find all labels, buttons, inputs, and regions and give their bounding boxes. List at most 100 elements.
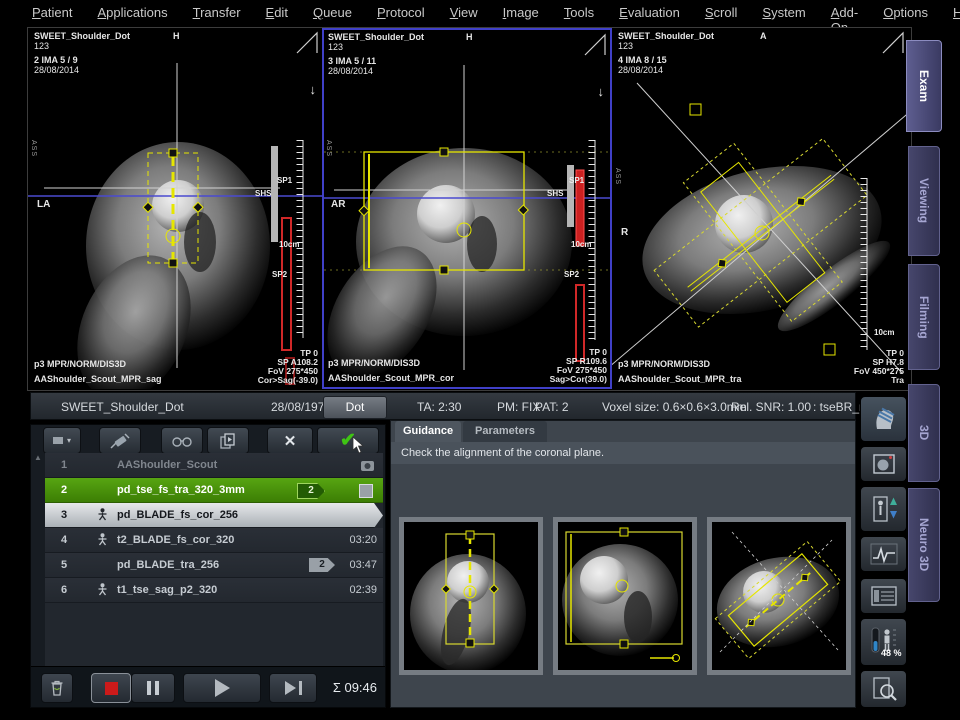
viewport-transversal[interactable]: SWEET_Shoulder_Dot 123 4 IMA 8 / 15 28/0… [612,28,908,389]
edge-label: ASS [614,168,621,185]
stop-icon [105,682,118,695]
menu-addon[interactable]: Add-On [831,5,858,25]
scroll-up-icon[interactable]: ▲ [34,453,42,462]
confirm-button[interactable]: ✔ [317,427,379,454]
tab-exam[interactable]: Exam [906,40,942,132]
queue-row-4[interactable]: 4 t2_BLADE_fs_cor_320 03:20 [45,528,383,553]
sequence-duration: 02:39 [349,578,377,602]
series-name-overlay: AAShoulder_Scout_MPR_sag [34,374,162,384]
acquisition-time: TA: 2:30 [417,400,461,414]
menu-evaluation[interactable]: Evaluation [619,5,680,25]
measurement-queue-list: 1 AAShoulder_Scout 2 pd_tse_fs_tra_320_3… [45,453,383,669]
patient-id-overlay: 123 [328,42,343,52]
relative-snr: Rel. SNR: 1.00 [731,400,811,414]
menu-system[interactable]: System [762,5,805,25]
contrast-injection-button[interactable] [99,427,141,454]
skip-button[interactable] [269,673,317,703]
exposure-card-button[interactable] [860,578,907,614]
menu-help[interactable]: Help [953,5,960,25]
tech-info-overlay: p3 MPR/NORM/DIS3D [328,358,420,368]
stop-button[interactable] [91,673,131,703]
menu-image[interactable]: Image [503,5,539,25]
menu-tools[interactable]: Tools [564,5,594,25]
queue-row-5[interactable]: 5 pd_BLADE_tra_256 2 03:47 [45,553,383,578]
pm-mode: PM: FIX [497,400,540,414]
dot-engine-button[interactable]: Dot [323,396,387,419]
view-protocol-button[interactable] [161,427,203,454]
menu-patient[interactable]: Patient [32,5,72,25]
measurement-count-badge: 2 [297,483,325,499]
row-number: 4 [61,528,79,552]
pause-marker-icon[interactable] [359,484,373,498]
protocol-card-icon [870,585,898,607]
image-number-overlay: 3 IMA 5 / 11 [328,56,376,66]
tab-filming[interactable]: Filming [908,264,940,370]
coil-selection-button[interactable] [860,396,907,442]
close-icon: ✕ [284,432,297,450]
play-button[interactable] [183,673,261,703]
mri-image-coronal [324,30,610,387]
queue-row-6[interactable]: 6 t1_tse_sag_p2_320 02:39 [45,578,383,603]
sequence-type: : tseBR_rr [813,400,867,414]
viewport-sagittal[interactable]: ↓ SWEET_Shoulder_Dot 123 2 IMA 5 / 9 28/… [28,28,322,389]
physio-display-button[interactable] [860,536,907,572]
waveform-icon [870,542,898,566]
guidance-thumb-transversal[interactable] [707,517,851,675]
corner-fold-icon[interactable] [295,31,319,55]
skip-bar-icon [299,681,302,695]
sar-monitor-button[interactable] [860,618,907,666]
image-display-button[interactable] [860,446,907,482]
cancel-button[interactable]: ✕ [267,427,313,454]
tab-viewing[interactable]: Viewing [908,146,940,256]
queue-split-button[interactable]: ▾ [43,427,81,454]
pause-button[interactable] [131,673,175,703]
sp1-label: SP1 [277,176,292,185]
viewport-coronal-selected[interactable]: ↓ SWEET_Shoulder_Dot 123 3 IMA 5 / 11 28… [322,28,612,389]
measurement-count-badge: 2 [309,558,335,572]
tab-guidance[interactable]: Guidance [395,421,461,442]
trash-icon [49,679,65,697]
tab-neuro-3d[interactable]: Neuro 3D [908,488,940,602]
queue-row-2-running[interactable]: 2 pd_tse_fs_tra_320_3mm 2 [45,478,383,503]
menu-applications[interactable]: Applications [97,5,167,25]
guidance-thumb-coronal[interactable] [399,517,543,675]
delete-button[interactable] [41,673,73,703]
inline-display-button[interactable] [860,670,907,708]
menu-protocol[interactable]: Protocol [377,5,425,25]
sequence-duration: 03:47 [349,553,377,577]
orientation-info: Sag>Cor(39.0) [550,375,607,384]
shs-label: SHS [255,189,271,198]
sequence-name: t1_tse_sag_p2_320 [117,578,217,602]
glasses-icon [171,434,193,448]
orientation-top-label: H [173,31,180,41]
tab-3d[interactable]: 3D [908,384,940,482]
tab-parameters[interactable]: Parameters [463,421,547,442]
patient-table-icon [870,494,898,524]
queue-row-1[interactable]: 1 AAShoulder_Scout [45,453,383,478]
patient-name-overlay: SWEET_Shoulder_Dot [618,31,714,41]
syringe-icon [109,432,131,450]
measurement-queue-panel: ▾ ✕ ✔ [30,424,386,708]
orientation-top-label: H [466,32,473,42]
date-overlay: 28/08/2014 [618,65,663,75]
menu-view[interactable]: View [450,5,478,25]
menu-scroll[interactable]: Scroll [705,5,738,25]
menu-transfer[interactable]: Transfer [193,5,241,25]
patient-reposition-button[interactable] [860,486,907,532]
menu-queue[interactable]: Queue [313,5,352,25]
menu-edit[interactable]: Edit [266,5,288,25]
sequence-name: pd_tse_fs_tra_320_3mm [117,478,245,502]
guidance-thumb-sagittal[interactable] [553,517,697,675]
scroll-down-icon[interactable]: ↓ [598,84,605,99]
corner-fold-icon[interactable] [583,33,607,57]
voxel-size: Voxel size: 0.6×0.6×3.0mm [602,400,747,414]
image-head-icon [871,452,897,476]
corner-fold-icon[interactable] [881,31,905,55]
scroll-down-icon[interactable]: ↓ [310,82,317,97]
copy-references-button[interactable] [207,427,249,454]
sequence-name: pd_BLADE_tra_256 [117,553,219,577]
sequence-duration: 03:20 [349,528,377,552]
menu-options[interactable]: Options [883,5,928,25]
queue-row-3-selected[interactable]: 3 pd_BLADE_fs_cor_256 [45,503,383,528]
exam-patient-name: SWEET_Shoulder_Dot [61,400,184,414]
